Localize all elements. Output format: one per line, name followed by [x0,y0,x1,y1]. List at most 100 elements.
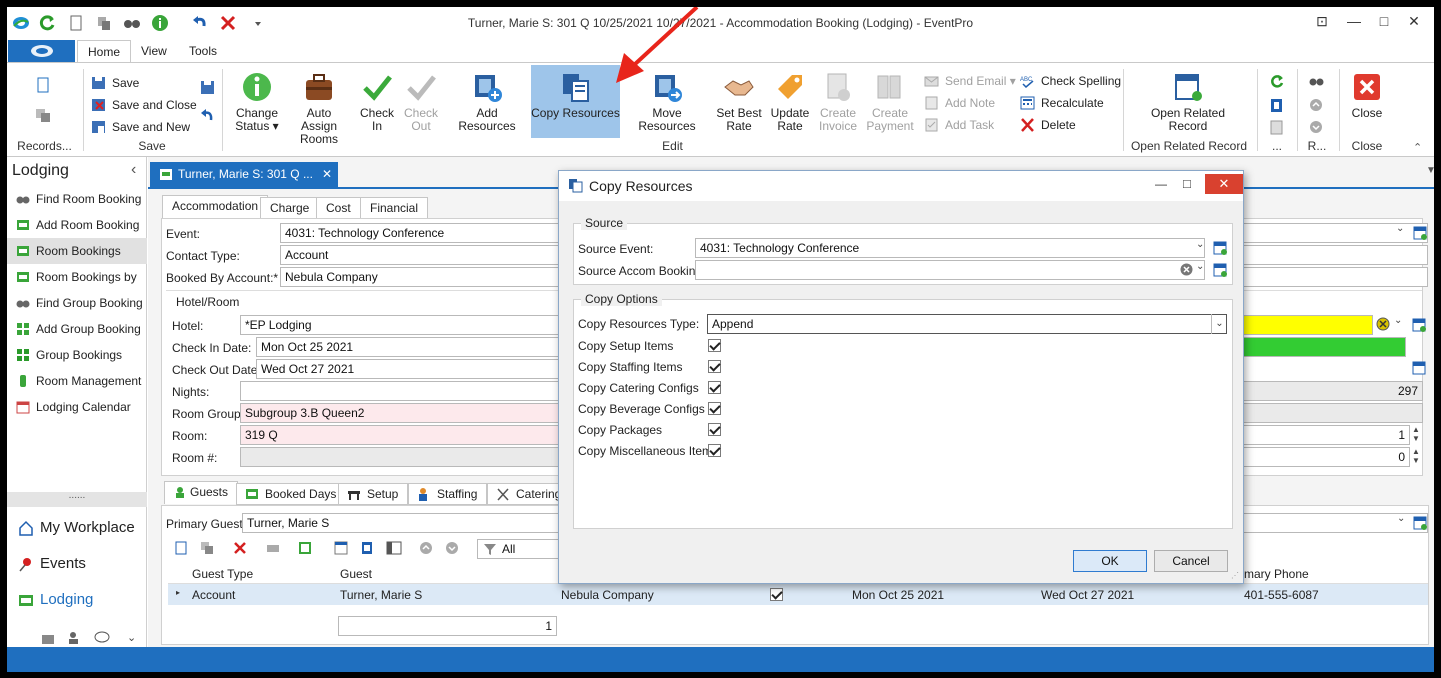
notes-icon[interactable] [1269,120,1284,135]
grid-new-icon[interactable] [174,541,188,555]
collapse-sidebar-icon[interactable]: ‹ [131,161,136,179]
grid-columns-icon[interactable] [386,541,402,555]
tab-view[interactable]: View [131,40,177,62]
sidebar-item-add-room-booking[interactable]: Add Room Booking [7,212,147,238]
add-resources-button[interactable]: Add Resources [448,71,526,133]
document-tab-close-icon[interactable]: ✕ [322,162,332,187]
option-beverage-checkbox[interactable] [708,402,721,415]
update-rate-button[interactable]: Update Rate [767,71,813,133]
minimize-icon[interactable]: — [1343,13,1365,31]
sidebar-item-find-room-booking[interactable]: Find Room Booking [7,186,147,212]
dialog-close-icon[interactable]: ✕ [1205,174,1243,194]
file-tab[interactable] [8,40,75,62]
sidebar-item-room-management[interactable]: Room Management [7,368,147,394]
option-setup-checkbox[interactable] [708,339,721,352]
sidebar-item-add-group-booking[interactable]: Add Group Booking [7,316,147,342]
col-guest[interactable]: Guest [340,567,372,581]
grid-print-icon[interactable] [266,541,280,555]
dialog-minimize-icon[interactable]: — [1155,177,1167,191]
nav-lodging[interactable]: Lodging [7,585,147,615]
sidebar-item-room-bookings-by[interactable]: Room Bookings by ... [7,264,147,310]
change-status-button[interactable]: Change Status ▾ [229,71,285,133]
grid-down-icon[interactable] [445,541,459,555]
status-lookup-icon[interactable] [1412,318,1426,332]
status-dropdown-icon[interactable]: ⌄ [1394,315,1402,326]
event-dropdown-icon[interactable]: ⌄ [1396,223,1404,234]
tab-booked-days[interactable]: Booked Days [236,483,347,505]
ok-button[interactable]: OK [1073,550,1147,572]
cancel-button[interactable]: Cancel [1154,550,1228,572]
source-accom-lookup-icon[interactable] [1213,263,1227,277]
move-down-icon[interactable] [1309,120,1323,134]
tab-financial[interactable]: Financial [360,197,429,219]
total-field[interactable]: 297 [1238,381,1423,401]
nav-my-workplace[interactable]: My Workplace [7,513,147,543]
add-note-button[interactable]: Add Note [924,93,995,113]
col-guest-type[interactable]: Guest Type [192,567,253,581]
source-accom-dropdown-icon[interactable]: ⌄ [1196,261,1204,272]
delete-button[interactable]: Delete [1020,115,1076,135]
tab-tools[interactable]: Tools [179,40,227,62]
add-task-button[interactable]: Add Task [924,115,994,135]
close-icon[interactable]: ✕ [1403,13,1425,31]
quantity-spin-icon[interactable]: ▲ ▼ [1412,425,1420,443]
check-in-button[interactable]: Check In [357,71,397,133]
tab-guests[interactable]: Guests [164,481,239,504]
grid-copy-icon[interactable] [200,541,214,555]
create-invoice-button[interactable]: Create Invoice [815,71,861,133]
nights-field[interactable] [240,381,570,401]
resize-grip-icon[interactable]: ⋰ [1231,571,1239,580]
tab-staffing[interactable]: Staffing [408,483,488,505]
grid-navigate-icon[interactable] [360,541,374,555]
auto-assign-rooms-button[interactable]: Auto Assign Rooms [289,71,349,146]
grid-export-icon[interactable] [298,541,314,555]
collapse-ribbon-icon[interactable]: ⌃ [1413,141,1422,154]
room-number-field[interactable] [240,447,570,467]
count-stepper[interactable]: 0 [1238,447,1410,467]
copy-type-select[interactable]: Append [707,314,1227,334]
hotel-field[interactable]: *EP Lodging [240,315,570,335]
tab-home[interactable]: Home [77,40,132,62]
copy-type-dropdown-icon[interactable]: ⌄ [1211,314,1227,334]
sidebar-item-group-bookings[interactable]: Group Bookings [7,342,147,368]
count-spin-icon[interactable]: ▲ ▼ [1412,447,1420,465]
set-best-rate-button[interactable]: Set Best Rate [713,71,765,133]
source-event-lookup-icon[interactable] [1213,241,1227,255]
option-misc-checkbox[interactable] [708,444,721,457]
sidebar-splitter[interactable]: ...... [7,491,147,507]
lookup-icon[interactable] [1412,361,1426,375]
undo-small-icon[interactable] [200,108,215,123]
room-group-field[interactable]: Subgroup 3.B Queen2 [240,403,570,423]
color-field[interactable] [1238,337,1406,357]
new-icon[interactable] [35,77,51,93]
check-out-button[interactable]: Check Out [401,71,441,133]
event-lookup-icon[interactable] [1413,226,1427,240]
checkout-field[interactable]: Wed Oct 27 2021 [256,359,570,379]
tab-charge[interactable]: Charge [260,197,320,219]
primary-guest-lookup-icon[interactable] [1413,516,1427,530]
option-catering-checkbox[interactable] [708,381,721,394]
cell-checkbox[interactable] [770,588,783,601]
save-all-icon[interactable] [200,80,215,95]
save-new-button[interactable]: Save and New [91,117,190,137]
clear-status-icon[interactable] [1376,317,1390,331]
sidebar-item-room-bookings[interactable]: Room Bookings [7,238,147,264]
tools-icon[interactable] [40,631,56,645]
binoculars-small-icon[interactable] [1309,75,1324,87]
source-event-field[interactable]: 4031: Technology Conference [695,238,1205,258]
open-related-record-button[interactable]: Open Related Record [1140,71,1236,133]
source-accom-clear-icon[interactable] [1180,263,1193,276]
source-event-dropdown-icon[interactable]: ⌄ [1196,239,1204,250]
option-staffing-checkbox[interactable] [708,360,721,373]
sidebar-item-find-group-booking[interactable]: Find Group Booking [7,290,147,316]
check-spelling-button[interactable]: ABC Check Spelling [1020,71,1121,91]
save-button[interactable]: Save [91,73,139,93]
save-close-button[interactable]: Save and Close [91,95,197,115]
tab-accommodation[interactable]: Accommodation [162,195,269,218]
move-up-icon[interactable] [1309,98,1323,112]
create-payment-button[interactable]: Create Payment [865,71,915,133]
tab-cost[interactable]: Cost [316,197,361,219]
more-nav-icon[interactable]: ⌄ [127,631,136,644]
navigate-icon[interactable] [1269,98,1284,113]
duplicate-icon[interactable] [35,107,51,123]
